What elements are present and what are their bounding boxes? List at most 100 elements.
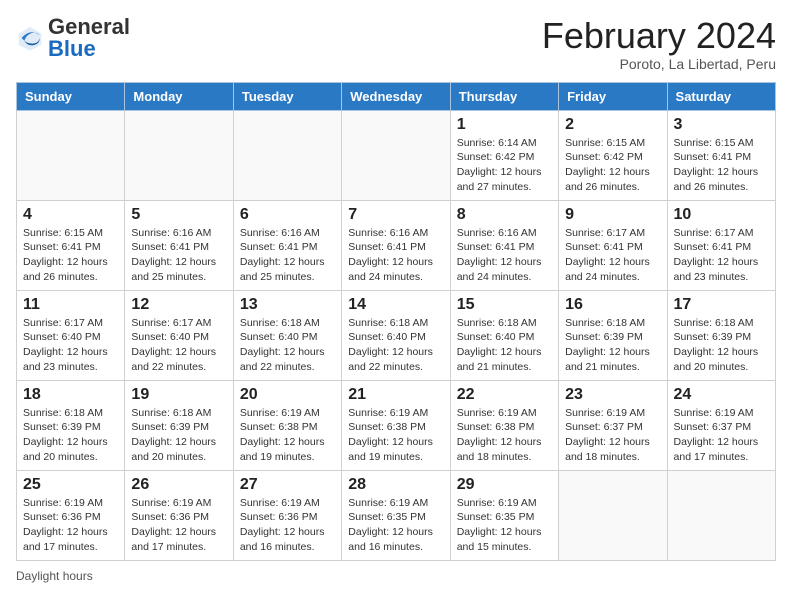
calendar-cell: 7Sunrise: 6:16 AM Sunset: 6:41 PM Daylig… bbox=[342, 200, 450, 290]
day-info: Sunrise: 6:18 AM Sunset: 6:39 PM Dayligh… bbox=[131, 406, 226, 465]
calendar-cell bbox=[559, 470, 667, 560]
day-info: Sunrise: 6:18 AM Sunset: 6:39 PM Dayligh… bbox=[674, 316, 769, 375]
calendar-cell bbox=[17, 110, 125, 200]
calendar-cell: 5 Sunrise: 6:16 AM Sunset: 6:41 PM Daylig… bbox=[125, 200, 233, 290]
day-info: Sunrise: 6:16 AM Sunset: 6:41 PM Dayligh… bbox=[131, 226, 226, 285]
calendar-cell: 13Sunrise: 6:18 AM Sunset: 6:40 PM Dayli… bbox=[233, 290, 341, 380]
day-number: 15 bbox=[457, 296, 552, 314]
day-info: Sunrise: 6:19 AM Sunset: 6:35 PM Dayligh… bbox=[457, 496, 552, 555]
calendar-week-row: 4Sunrise: 6:15 AM Sunset: 6:41 PM Daylig… bbox=[17, 200, 776, 290]
logo-text: General Blue bbox=[48, 16, 130, 60]
calendar-cell: 28 Sunrise: 6:19 AM Sunset: 6:35 PM Dayli… bbox=[342, 470, 450, 560]
location: Poroto, La Libertad, Peru bbox=[542, 56, 776, 72]
day-info: Sunrise: 6:19 AM Sunset: 6:38 PM Dayligh… bbox=[240, 406, 335, 465]
day-info: Sunrise: 6:17 AM Sunset: 6:41 PM Dayligh… bbox=[674, 226, 769, 285]
daylight-label: Daylight hours bbox=[16, 569, 93, 583]
day-number: 7 bbox=[348, 206, 443, 224]
day-info: Sunrise: 6:15 AM Sunset: 6:41 PM Dayligh… bbox=[23, 226, 118, 285]
day-number: 18 bbox=[23, 386, 118, 404]
day-number: 20 bbox=[240, 386, 335, 404]
day-number: 27 bbox=[240, 476, 335, 494]
calendar-cell: 9 Sunrise: 6:17 AM Sunset: 6:41 PM Daylig… bbox=[559, 200, 667, 290]
day-number: 29 bbox=[457, 476, 552, 494]
day-number: 9 bbox=[565, 206, 660, 224]
calendar-body: 1 Sunrise: 6:14 AM Sunset: 6:42 PM Daylig… bbox=[17, 110, 776, 560]
day-info: Sunrise: 6:14 AM Sunset: 6:42 PM Dayligh… bbox=[457, 136, 552, 195]
day-info: Sunrise: 6:19 AM Sunset: 6:38 PM Dayligh… bbox=[457, 406, 552, 465]
calendar-cell: 23 Sunrise: 6:19 AM Sunset: 6:37 PM Dayli… bbox=[559, 380, 667, 470]
calendar-cell: 12Sunrise: 6:17 AM Sunset: 6:40 PM Dayli… bbox=[125, 290, 233, 380]
calendar-cell: 17Sunrise: 6:18 AM Sunset: 6:39 PM Dayli… bbox=[667, 290, 775, 380]
day-info: Sunrise: 6:19 AM Sunset: 6:35 PM Dayligh… bbox=[348, 496, 443, 555]
calendar-cell: 25 Sunrise: 6:19 AM Sunset: 6:36 PM Dayli… bbox=[17, 470, 125, 560]
calendar-cell bbox=[125, 110, 233, 200]
day-info: Sunrise: 6:16 AM Sunset: 6:41 PM Dayligh… bbox=[240, 226, 335, 285]
day-number: 13 bbox=[240, 296, 335, 314]
day-number: 23 bbox=[565, 386, 660, 404]
calendar-cell: 27 Sunrise: 6:19 AM Sunset: 6:36 PM Dayli… bbox=[233, 470, 341, 560]
day-info: Sunrise: 6:17 AM Sunset: 6:40 PM Dayligh… bbox=[23, 316, 118, 375]
day-number: 19 bbox=[131, 386, 226, 404]
calendar-cell: 11Sunrise: 6:17 AM Sunset: 6:40 PM Dayli… bbox=[17, 290, 125, 380]
calendar-cell bbox=[667, 470, 775, 560]
day-number: 14 bbox=[348, 296, 443, 314]
calendar-table: SundayMondayTuesdayWednesdayThursdayFrid… bbox=[16, 82, 776, 561]
day-number: 24 bbox=[674, 386, 769, 404]
calendar-week-row: 18 Sunrise: 6:18 AM Sunset: 6:39 PM Dayli… bbox=[17, 380, 776, 470]
day-number: 6 bbox=[240, 206, 335, 224]
day-info: Sunrise: 6:19 AM Sunset: 6:36 PM Dayligh… bbox=[23, 496, 118, 555]
dow-header: Thursday bbox=[450, 82, 558, 110]
day-info: Sunrise: 6:18 AM Sunset: 6:40 PM Dayligh… bbox=[348, 316, 443, 375]
day-number: 10 bbox=[674, 206, 769, 224]
month-title: February 2024 bbox=[542, 16, 776, 56]
day-info: Sunrise: 6:15 AM Sunset: 6:41 PM Dayligh… bbox=[674, 136, 769, 195]
day-info: Sunrise: 6:15 AM Sunset: 6:42 PM Dayligh… bbox=[565, 136, 660, 195]
dow-header: Saturday bbox=[667, 82, 775, 110]
day-info: Sunrise: 6:19 AM Sunset: 6:36 PM Dayligh… bbox=[240, 496, 335, 555]
calendar-cell: 1 Sunrise: 6:14 AM Sunset: 6:42 PM Daylig… bbox=[450, 110, 558, 200]
title-area: February 2024 Poroto, La Libertad, Peru bbox=[542, 16, 776, 72]
calendar-cell: 6 Sunrise: 6:16 AM Sunset: 6:41 PM Daylig… bbox=[233, 200, 341, 290]
day-number: 28 bbox=[348, 476, 443, 494]
calendar-cell: 4Sunrise: 6:15 AM Sunset: 6:41 PM Daylig… bbox=[17, 200, 125, 290]
day-number: 22 bbox=[457, 386, 552, 404]
dow-header: Sunday bbox=[17, 82, 125, 110]
dow-header: Friday bbox=[559, 82, 667, 110]
footer-note: Daylight hours bbox=[16, 569, 776, 583]
calendar-cell: 16 Sunrise: 6:18 AM Sunset: 6:39 PM Dayli… bbox=[559, 290, 667, 380]
day-info: Sunrise: 6:17 AM Sunset: 6:41 PM Dayligh… bbox=[565, 226, 660, 285]
calendar-cell: 10 Sunrise: 6:17 AM Sunset: 6:41 PM Dayli… bbox=[667, 200, 775, 290]
calendar-cell: 26Sunrise: 6:19 AM Sunset: 6:36 PM Dayli… bbox=[125, 470, 233, 560]
calendar-cell: 15 Sunrise: 6:18 AM Sunset: 6:40 PM Dayli… bbox=[450, 290, 558, 380]
calendar-cell: 24Sunrise: 6:19 AM Sunset: 6:37 PM Dayli… bbox=[667, 380, 775, 470]
logo-icon bbox=[16, 24, 44, 52]
day-info: Sunrise: 6:18 AM Sunset: 6:39 PM Dayligh… bbox=[565, 316, 660, 375]
day-number: 25 bbox=[23, 476, 118, 494]
calendar-cell: 19 Sunrise: 6:18 AM Sunset: 6:39 PM Dayli… bbox=[125, 380, 233, 470]
calendar-cell: 2Sunrise: 6:15 AM Sunset: 6:42 PM Daylig… bbox=[559, 110, 667, 200]
day-number: 16 bbox=[565, 296, 660, 314]
calendar-cell: 3 Sunrise: 6:15 AM Sunset: 6:41 PM Daylig… bbox=[667, 110, 775, 200]
day-number: 8 bbox=[457, 206, 552, 224]
day-info: Sunrise: 6:19 AM Sunset: 6:37 PM Dayligh… bbox=[565, 406, 660, 465]
day-info: Sunrise: 6:17 AM Sunset: 6:40 PM Dayligh… bbox=[131, 316, 226, 375]
calendar-cell: 21 Sunrise: 6:19 AM Sunset: 6:38 PM Dayli… bbox=[342, 380, 450, 470]
day-number: 26 bbox=[131, 476, 226, 494]
calendar-cell: 22 Sunrise: 6:19 AM Sunset: 6:38 PM Dayli… bbox=[450, 380, 558, 470]
calendar-week-row: 25 Sunrise: 6:19 AM Sunset: 6:36 PM Dayli… bbox=[17, 470, 776, 560]
day-number: 21 bbox=[348, 386, 443, 404]
day-number: 1 bbox=[457, 116, 552, 134]
dow-header: Monday bbox=[125, 82, 233, 110]
calendar-cell: 8 Sunrise: 6:16 AM Sunset: 6:41 PM Daylig… bbox=[450, 200, 558, 290]
day-number: 3 bbox=[674, 116, 769, 134]
day-info: Sunrise: 6:19 AM Sunset: 6:38 PM Dayligh… bbox=[348, 406, 443, 465]
day-info: Sunrise: 6:18 AM Sunset: 6:40 PM Dayligh… bbox=[457, 316, 552, 375]
calendar-week-row: 1 Sunrise: 6:14 AM Sunset: 6:42 PM Daylig… bbox=[17, 110, 776, 200]
day-number: 5 bbox=[131, 206, 226, 224]
day-info: Sunrise: 6:16 AM Sunset: 6:41 PM Dayligh… bbox=[457, 226, 552, 285]
day-info: Sunrise: 6:18 AM Sunset: 6:39 PM Dayligh… bbox=[23, 406, 118, 465]
logo: General Blue bbox=[16, 16, 130, 60]
dow-header: Tuesday bbox=[233, 82, 341, 110]
calendar-week-row: 11Sunrise: 6:17 AM Sunset: 6:40 PM Dayli… bbox=[17, 290, 776, 380]
calendar-cell bbox=[342, 110, 450, 200]
